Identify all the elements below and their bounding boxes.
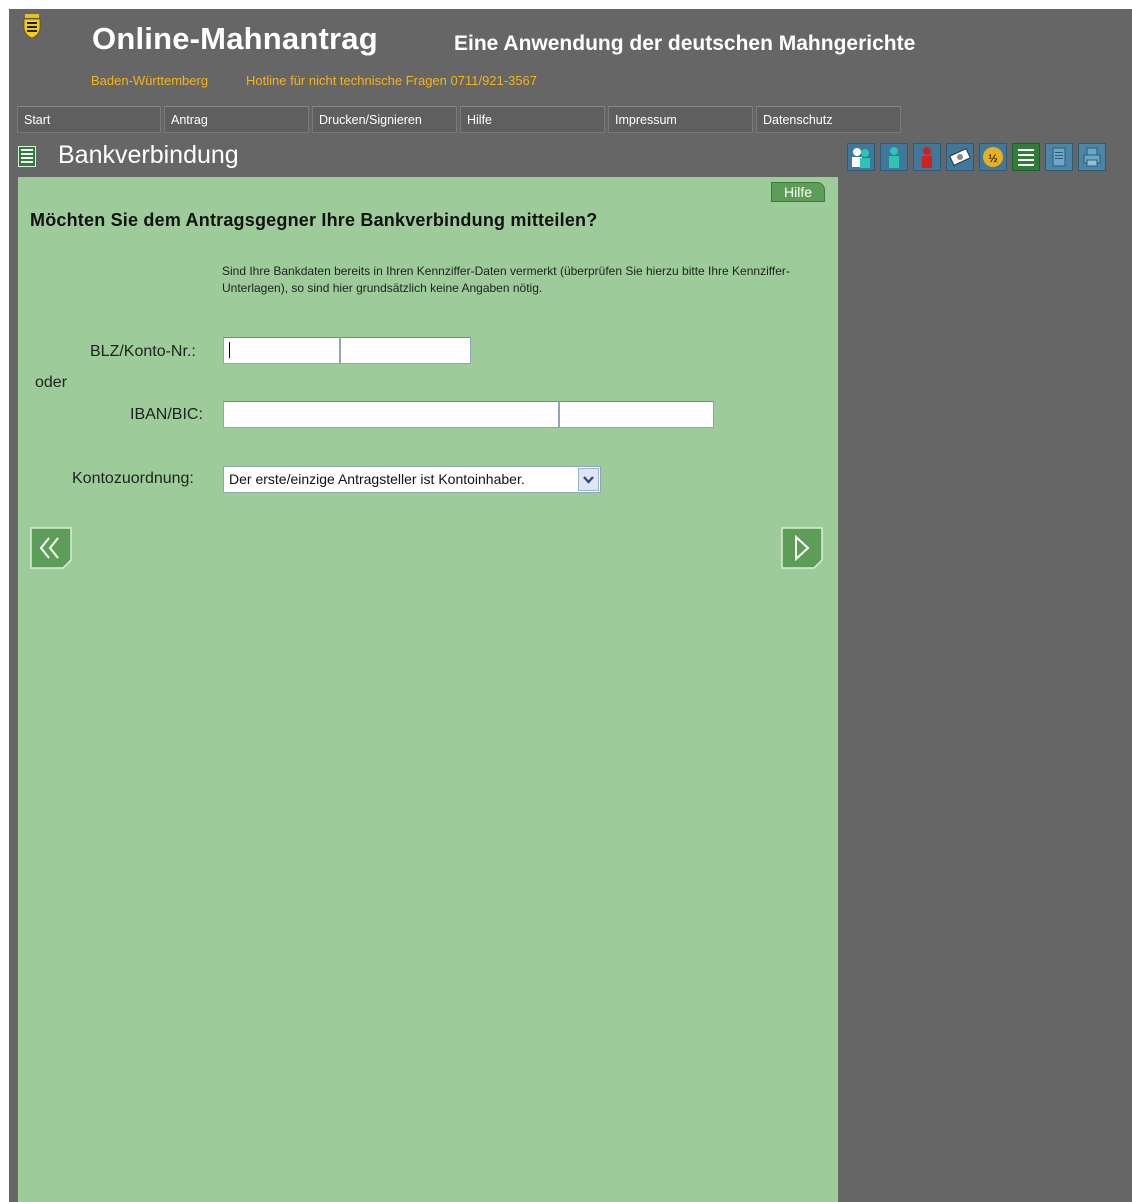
iban-bic-label: IBAN/BIC: — [130, 406, 203, 423]
nav-item-drucken-signieren[interactable]: Drucken/Signieren — [312, 106, 457, 133]
payment-icon[interactable] — [946, 143, 974, 171]
chevron-down-icon[interactable] — [578, 468, 599, 491]
help-button[interactable]: Hilfe — [771, 182, 825, 202]
list-form-icon — [18, 146, 36, 167]
svg-text:½: ½ — [988, 153, 997, 165]
list-icon[interactable] — [1012, 143, 1040, 171]
printer-icon[interactable] — [1078, 143, 1106, 171]
kontozuordnung-selected-value: Der erste/einzige Antragsteller ist Kont… — [229, 471, 525, 487]
form-question: Möchten Sie dem Antragsgegner Ihre Bankv… — [30, 210, 598, 230]
main-navigation: Start Antrag Drucken/Signieren Hilfe Imp… — [17, 106, 904, 135]
nav-item-impressum[interactable]: Impressum — [608, 106, 753, 133]
app-window: Online-Mahnantrag Eine Anwendung der deu… — [0, 0, 1132, 1202]
step-icon-bar: ½ — [847, 143, 1111, 171]
bic-input[interactable] — [559, 401, 714, 428]
app-subtitle: Eine Anwendung der deutschen Mahngericht… — [454, 32, 916, 55]
state-name: Baden-Württemberg — [91, 73, 209, 88]
kontozuordnung-select[interactable]: Der erste/einzige Antragsteller ist Kont… — [223, 466, 601, 493]
nav-item-datenschutz[interactable]: Datenschutz — [756, 106, 901, 133]
person-teal-icon[interactable] — [880, 143, 908, 171]
nav-item-start[interactable]: Start — [17, 106, 161, 133]
next-arrow-icon[interactable] — [781, 527, 823, 569]
page-title: Bankverbindung — [58, 141, 239, 169]
kontozuordnung-label: Kontozuordnung: — [72, 470, 194, 487]
info-text: Sind Ihre Bankdaten bereits in Ihren Ken… — [222, 264, 790, 295]
hotline-text: Hotline für nicht technische Fragen 0711… — [246, 73, 538, 88]
iban-input[interactable] — [223, 401, 559, 428]
people-icon[interactable] — [847, 143, 875, 171]
blz-konto-label: BLZ/Konto-Nr.: — [90, 343, 196, 360]
text-cursor — [229, 342, 230, 358]
oder-label: oder — [35, 374, 68, 391]
coat-of-arms-icon — [23, 14, 41, 38]
back-arrow-icon[interactable] — [30, 527, 72, 569]
nav-item-antrag[interactable]: Antrag — [164, 106, 309, 133]
nav-item-hilfe[interactable]: Hilfe — [460, 106, 605, 133]
konto-nr-input[interactable] — [340, 337, 471, 364]
person-red-icon[interactable] — [913, 143, 941, 171]
app-title: Online-Mahnantrag — [92, 21, 378, 56]
page-shell: Online-Mahnantrag Eine Anwendung der deu… — [9, 9, 1132, 1202]
blz-input[interactable] — [223, 337, 340, 364]
form-panel: Hilfe Möchten Sie dem Antragsgegner Ihre… — [18, 177, 838, 1202]
document-icon[interactable] — [1045, 143, 1073, 171]
numbered-circle-icon[interactable]: ½ — [979, 143, 1007, 171]
